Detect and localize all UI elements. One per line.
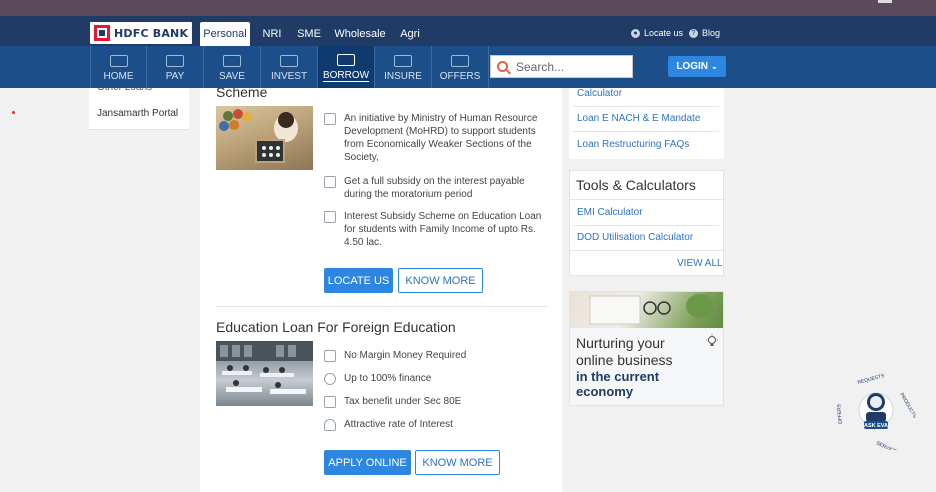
view-all-link[interactable]: VIEW ALL (677, 258, 723, 269)
tools-title: Tools & Calculators (576, 177, 696, 193)
logo-text: HDFC BANK (114, 26, 189, 40)
calculator-link[interactable]: Calculator (577, 88, 622, 99)
tab-agri[interactable]: Agri (396, 22, 424, 46)
scheme-image (216, 106, 313, 170)
feature-item: Get a full subsidy on the interest payab… (324, 175, 544, 201)
chevron-down-icon: ⌄ (710, 62, 718, 71)
gift-icon (324, 176, 336, 188)
link-divider (573, 131, 719, 132)
link-divider (573, 106, 719, 107)
tab-nri[interactable]: NRI (258, 22, 286, 46)
nav-invest[interactable]: INVEST (261, 46, 318, 88)
eva-offers: OFFERS (836, 403, 844, 424)
top-strip (0, 0, 936, 16)
tools-divider (570, 199, 723, 200)
graduation-cap-icon (324, 113, 336, 125)
nav-pay[interactable]: PAY (147, 46, 204, 88)
scheme-title: Scheme (216, 84, 268, 98)
percent-icon (324, 373, 336, 385)
tab-wholesale[interactable]: Wholesale (334, 22, 386, 46)
promo-image (570, 292, 723, 328)
ask-eva-widget[interactable]: ASK EVA REQUESTS PRODUCTS SERVICES OFFER… (836, 372, 918, 457)
home-icon (109, 55, 128, 67)
foreign-education-title: Education Loan For Foreign Education (216, 319, 456, 335)
feature-item: Interest Subsidy Scheme on Education Loa… (324, 210, 544, 249)
apply-online-button[interactable]: APPLY ONLINE (324, 450, 411, 475)
window-control[interactable] (878, 0, 892, 3)
question-icon: ? (689, 28, 698, 38)
know-more-button[interactable]: KNOW MORE (398, 268, 483, 293)
feature-item: No Margin Money Required (324, 349, 544, 362)
search-icon (497, 61, 508, 72)
nav-offers[interactable]: OFFERS (432, 46, 489, 88)
feature-item: Up to 100% finance (324, 372, 544, 385)
lightbulb-icon (705, 334, 719, 348)
offers-icon (451, 55, 469, 67)
dod-calculator-link[interactable]: DOD Utilisation Calculator (577, 232, 693, 243)
loan-enach-link[interactable]: Loan E NACH & E Mandate (577, 113, 700, 124)
tools-divider (573, 225, 719, 226)
know-more-button[interactable]: KNOW MORE (415, 450, 500, 475)
login-label: LOGIN (676, 61, 708, 72)
nav-home[interactable]: HOME (90, 46, 147, 88)
eva-label: ASK EVA (864, 423, 888, 429)
red-dot (12, 111, 15, 114)
save-icon (223, 55, 241, 67)
insure-icon (394, 55, 412, 67)
search-input[interactable] (516, 59, 616, 74)
pay-icon (166, 55, 184, 67)
blog-label: Blog (702, 28, 721, 38)
locate-us-label: Locate us (644, 28, 684, 38)
tools-divider (570, 250, 723, 251)
section-divider (216, 306, 548, 307)
emi-calculator-link[interactable]: EMI Calculator (577, 207, 643, 218)
locate-us-link[interactable]: ● Locate us (631, 28, 683, 38)
promo-text-line1: Nurturing your online business (576, 335, 673, 368)
location-pin-icon: ● (631, 28, 640, 38)
foreign-education-image (216, 341, 313, 406)
invest-icon (280, 55, 298, 67)
logo-mark-icon (94, 25, 110, 41)
nav-insure[interactable]: INSURE (375, 46, 432, 88)
loan-restructuring-link[interactable]: Loan Restructuring FAQs (577, 139, 689, 150)
eva-requests: REQUESTS (857, 373, 886, 386)
borrow-icon (337, 54, 355, 66)
nav-borrow[interactable]: BORROW (318, 46, 375, 88)
nav-save[interactable]: SAVE (204, 46, 261, 88)
feature-item: Attractive rate of Interest (324, 418, 544, 431)
bell-icon (324, 419, 336, 431)
locate-us-button[interactable]: LOCATE US (324, 268, 393, 293)
sidebar-item-jansamarth[interactable]: Jansamarth Portal (97, 108, 178, 119)
hdfc-logo[interactable]: HDFC BANK (90, 22, 192, 44)
eva-products: PRODUCTS (898, 392, 916, 420)
bank-building-icon (324, 211, 336, 223)
search-box[interactable] (490, 55, 633, 78)
eva-services: SERVICES (875, 440, 901, 450)
blog-link[interactable]: ? Blog (689, 28, 720, 38)
tab-personal[interactable]: Personal (200, 22, 250, 46)
tab-sme[interactable]: SME (294, 22, 324, 46)
feature-item: An initiative by Ministry of Human Resou… (324, 112, 544, 164)
money-stack-icon (324, 350, 336, 362)
login-button[interactable]: LOGIN ⌄ (668, 56, 726, 77)
bank-building-icon (324, 396, 336, 408)
sidebar-item-other-loans[interactable]: Other Loans (97, 88, 152, 92)
promo-text-line2: in the current economy (576, 369, 660, 399)
feature-item: Tax benefit under Sec 80E (324, 395, 544, 408)
